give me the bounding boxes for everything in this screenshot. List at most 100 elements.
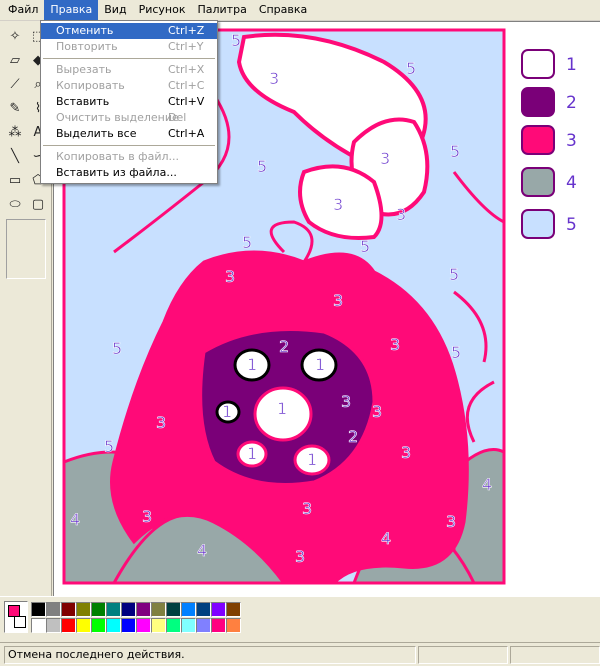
palette-swatch[interactable] [121,602,136,617]
menu-paste[interactable]: Вставить Ctrl+V [41,94,217,110]
number-label: 1 [247,444,257,463]
status-bar: Отмена последнего действия. [0,642,600,666]
palette-swatch[interactable] [106,602,121,617]
number-label: 3 [333,291,343,310]
free-select-icon[interactable]: ✧ [4,25,26,47]
menu-select-all-shortcut: Ctrl+A [168,127,205,140]
number-label: 5 [104,437,114,456]
number-label: 3 [225,267,235,286]
palette-swatch[interactable] [151,618,166,633]
palette-row-1 [31,602,241,617]
legend-swatch-5 [521,209,555,239]
number-label: 1 [222,402,232,421]
menu-paste-from-file[interactable]: Вставить из файла... [41,165,217,181]
palette-swatch[interactable] [61,602,76,617]
menu-help[interactable]: Справка [253,0,313,20]
number-label: 5 [451,343,461,362]
palette-swatch[interactable] [181,602,196,617]
menu-select-all-label: Выделить все [56,127,137,140]
palette-swatch[interactable] [211,618,226,633]
number-label: 5 [231,31,241,50]
current-colors[interactable] [4,601,28,633]
palette-swatch[interactable] [76,618,91,633]
rectangle-icon[interactable]: ▭ [4,169,26,191]
menu-copy-shortcut: Ctrl+C [168,79,205,92]
number-label: 5 [360,237,370,256]
foreground-color-swatch[interactable] [8,605,20,617]
menu-paste-shortcut: Ctrl+V [168,95,205,108]
color-palette [0,596,600,642]
number-label: 3 [372,402,382,421]
palette-swatch[interactable] [76,602,91,617]
legend-label-3: 3 [566,131,577,151]
menu-paste-label: Вставить [56,95,110,108]
palette-swatch[interactable] [181,618,196,633]
number-label: 5 [257,157,267,176]
number-label: 3 [142,507,152,526]
eraser-icon[interactable]: ▱ [4,49,26,71]
menu-clear-selection[interactable]: Очистить выделение Del [41,110,217,126]
pencil-icon[interactable]: ✎ [4,97,26,119]
color-legend: 1 2 3 4 5 [521,49,577,239]
palette-swatch[interactable] [31,602,46,617]
status-coords [418,645,508,664]
menu-undo-label: Отменить [56,24,114,37]
menu-bar: Файл Правка Вид Рисунок Палитра Справка [0,0,600,21]
palette-swatch[interactable] [226,602,241,617]
palette-swatch[interactable] [151,602,166,617]
legend-label-4: 4 [566,173,577,193]
legend-swatch-2 [521,87,555,117]
palette-swatch[interactable] [136,602,151,617]
palette-swatch[interactable] [91,618,106,633]
number-label: 5 [449,265,459,284]
palette-swatch[interactable] [106,618,121,633]
number-label: 1 [307,450,317,469]
menu-select-all[interactable]: Выделить все Ctrl+A [41,126,217,142]
menu-cut-shortcut: Ctrl+X [168,63,205,76]
menu-palette[interactable]: Палитра [191,0,252,20]
palette-swatch[interactable] [196,618,211,633]
menu-redo[interactable]: Повторить Ctrl+Y [41,39,217,55]
ellipse-icon[interactable]: ⬭ [4,193,26,215]
palette-swatch[interactable] [226,618,241,633]
palette-swatch[interactable] [46,602,61,617]
number-label: 5 [406,59,416,78]
palette-swatch[interactable] [31,618,46,633]
palette-swatch[interactable] [166,602,181,617]
menu-image[interactable]: Рисунок [133,0,192,20]
palette-swatch[interactable] [61,618,76,633]
palette-swatch[interactable] [46,618,61,633]
edit-menu-dropdown: Отменить Ctrl+Z Повторить Ctrl+Y Вырезать C… [40,20,218,184]
menu-cut[interactable]: Вырезать Ctrl+X [41,62,217,78]
palette-row-2 [31,618,241,633]
menu-copy-to-file[interactable]: Копировать в файл... [41,149,217,165]
palette-swatch[interactable] [121,618,136,633]
number-label: 4 [197,541,207,560]
legend-swatch-3 [521,125,555,155]
menu-separator [43,145,215,146]
palette-swatch[interactable] [136,618,151,633]
menu-edit[interactable]: Правка [44,0,99,20]
background-color-swatch[interactable] [14,616,26,628]
menu-separator [43,58,215,59]
tool-options-box[interactable] [6,219,46,279]
menu-view[interactable]: Вид [98,0,132,20]
menu-clear-selection-shortcut: Del [168,111,187,124]
palette-swatch[interactable] [166,618,181,633]
airbrush-icon[interactable]: ⁂ [4,121,26,143]
line-icon[interactable]: ╲ [4,145,26,167]
palette-swatch[interactable] [91,602,106,617]
menu-undo[interactable]: Отменить Ctrl+Z [41,23,217,39]
menu-paste-from-file-label: Вставить из файла... [56,166,177,179]
number-label: 2 [279,337,289,356]
color-picker-icon[interactable]: ⟋ [4,73,26,95]
menu-copy[interactable]: Копировать Ctrl+C [41,78,217,94]
palette-swatch[interactable] [211,602,226,617]
rounded-rect-icon[interactable]: ▢ [27,193,49,215]
menu-redo-label: Повторить [56,40,118,53]
palette-swatch[interactable] [196,602,211,617]
number-label: 3 [401,443,411,462]
number-label: 4 [381,529,391,548]
menu-file[interactable]: Файл [2,0,44,20]
number-label: 3 [295,547,305,566]
